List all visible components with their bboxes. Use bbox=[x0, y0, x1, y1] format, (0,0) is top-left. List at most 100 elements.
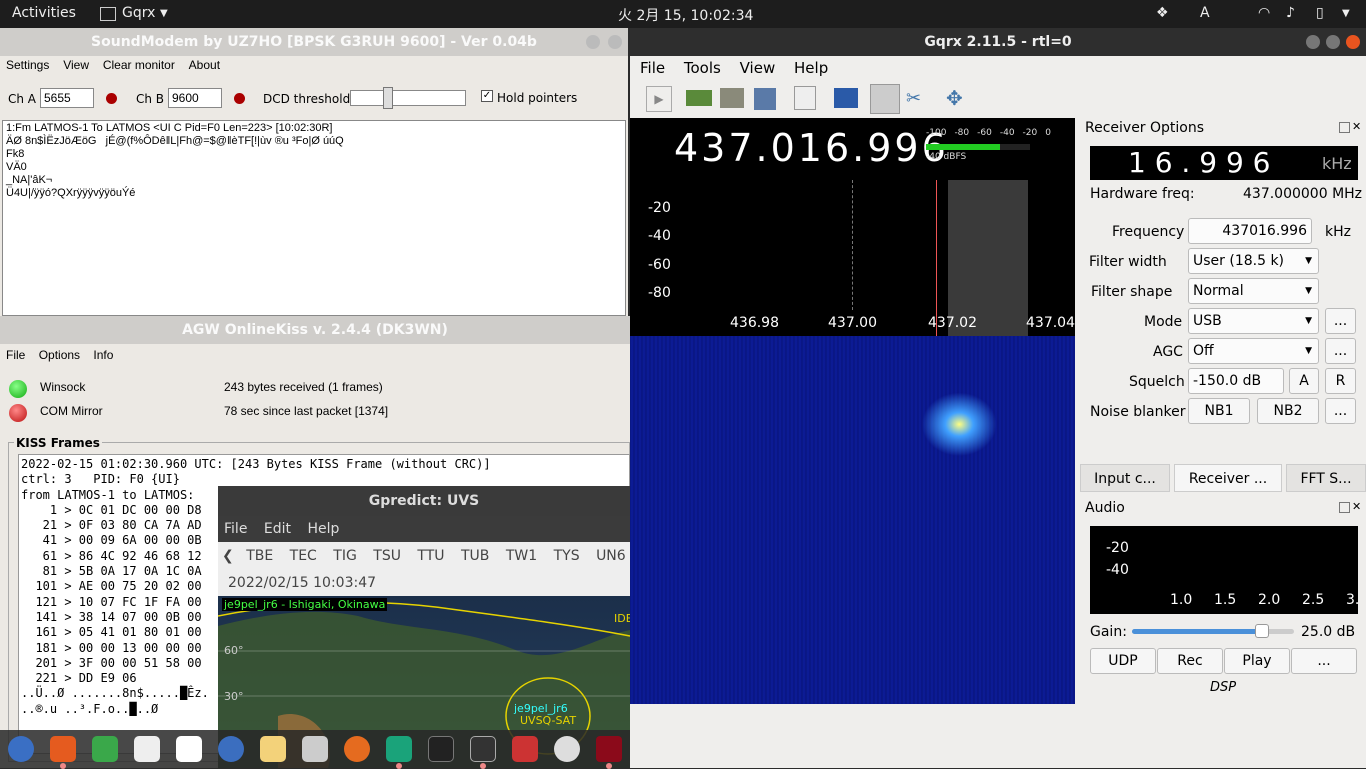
udp-button[interactable]: UDP bbox=[1090, 648, 1156, 674]
close-icon[interactable]: ✕ bbox=[1352, 120, 1361, 133]
menu-info[interactable]: Info bbox=[93, 348, 113, 362]
satellite-icon[interactable] bbox=[554, 736, 580, 762]
menu-file[interactable]: File bbox=[6, 348, 25, 362]
battery-icon[interactable]: ▯ bbox=[1316, 5, 1324, 21]
tab-tw1[interactable]: TW1 bbox=[506, 548, 537, 564]
save-icon[interactable] bbox=[754, 88, 776, 110]
monitor-text[interactable]: 1:Fm LATMOS-1 To LATMOS <UI C Pid=F0 Len… bbox=[2, 120, 626, 316]
gqrx-icon[interactable] bbox=[470, 736, 496, 762]
dcd-slider[interactable] bbox=[350, 87, 466, 109]
chb-input[interactable]: 9600 bbox=[168, 88, 222, 108]
filter-width-select[interactable]: User (18.5 k) ▼ bbox=[1188, 248, 1319, 274]
agc-select[interactable]: Off ▼ bbox=[1188, 338, 1319, 364]
volume-icon[interactable]: ♪ bbox=[1286, 5, 1295, 21]
open-folder-icon[interactable] bbox=[720, 88, 744, 108]
play-button[interactable]: Play bbox=[1224, 648, 1290, 674]
menu-clear-monitor[interactable]: Clear monitor bbox=[103, 58, 175, 72]
float-icon[interactable] bbox=[1339, 122, 1350, 133]
software-center-icon[interactable] bbox=[50, 736, 76, 762]
menu-file[interactable]: File bbox=[224, 521, 247, 537]
dropbox-icon[interactable]: ❖ bbox=[1156, 5, 1169, 21]
tab-input-controls[interactable]: Input c... bbox=[1080, 464, 1170, 492]
thunderbird-icon[interactable] bbox=[218, 736, 244, 762]
spreadsheet-icon[interactable] bbox=[92, 736, 118, 762]
squelch-reset-button[interactable]: R bbox=[1325, 368, 1356, 394]
float-icon[interactable] bbox=[1339, 502, 1350, 513]
nb2-button[interactable]: NB2 bbox=[1257, 398, 1319, 424]
offset-display[interactable]: 1 6 . 9 9 6 kHz bbox=[1090, 146, 1358, 180]
activities-button[interactable]: Activities bbox=[12, 5, 76, 21]
frequency-value[interactable]: 437.016.996 bbox=[674, 126, 949, 170]
nb1-button[interactable]: NB1 bbox=[1188, 398, 1250, 424]
gain-slider[interactable] bbox=[1132, 624, 1294, 638]
audio-options-button[interactable]: ... bbox=[1291, 648, 1357, 674]
tab-tsu[interactable]: TSU bbox=[373, 548, 401, 564]
terminal-icon[interactable] bbox=[428, 736, 454, 762]
dcd-slider-handle[interactable] bbox=[383, 87, 393, 109]
maximize-button[interactable] bbox=[1326, 35, 1340, 49]
menu-help[interactable]: Help bbox=[307, 521, 339, 537]
help-icon[interactable] bbox=[8, 736, 34, 762]
hold-pointers-checkbox[interactable]: ✓ bbox=[481, 90, 493, 102]
bookmark-icon[interactable] bbox=[794, 86, 816, 110]
document-icon[interactable] bbox=[134, 736, 160, 762]
app-menu[interactable]: Gqrx bbox=[122, 5, 155, 21]
frequency-spinbox[interactable]: 437016.996 bbox=[1188, 218, 1312, 244]
tab-tec[interactable]: TEC bbox=[290, 548, 317, 564]
notes-icon[interactable] bbox=[260, 736, 286, 762]
menu-view[interactable]: View bbox=[740, 59, 776, 77]
audio-fft-plot[interactable]: -20 -40 1.0 1.5 2.0 2.5 3. bbox=[1090, 526, 1359, 614]
tab-tig[interactable]: TIG bbox=[333, 548, 357, 564]
text-editor-icon[interactable] bbox=[176, 736, 202, 762]
menu-view[interactable]: View bbox=[63, 58, 89, 72]
tools-icon[interactable] bbox=[512, 736, 538, 762]
gpredict-icon[interactable] bbox=[386, 736, 412, 762]
files-icon[interactable] bbox=[302, 736, 328, 762]
menu-options[interactable]: Options bbox=[39, 348, 80, 362]
device-icon[interactable] bbox=[686, 90, 712, 106]
tab-tys[interactable]: TYS bbox=[554, 548, 580, 564]
tab-tub[interactable]: TUB bbox=[461, 548, 489, 564]
tools-icon[interactable]: ✂ bbox=[906, 88, 928, 110]
firefox-icon[interactable] bbox=[344, 736, 370, 762]
minimize-button[interactable] bbox=[1306, 35, 1320, 49]
menu-edit[interactable]: Edit bbox=[264, 521, 291, 537]
close-button[interactable] bbox=[608, 35, 622, 49]
menu-tools[interactable]: Tools bbox=[684, 59, 721, 77]
frequency-display[interactable]: 437.016.996 -100 -80 -60 -40 -20 0 -40 dBFS bbox=[630, 118, 1075, 180]
tab-fft-settings[interactable]: FFT S... bbox=[1286, 464, 1366, 492]
menu-help[interactable]: Help bbox=[794, 59, 828, 77]
tab-tbe[interactable]: TBE bbox=[246, 548, 273, 564]
squelch-auto-button[interactable]: A bbox=[1289, 368, 1319, 394]
gain-slider-handle[interactable] bbox=[1254, 624, 1269, 638]
language-indicator[interactable]: A bbox=[1200, 5, 1210, 21]
close-button[interactable] bbox=[1346, 35, 1360, 49]
waterfall[interactable] bbox=[630, 336, 1075, 704]
tab-ttu[interactable]: TTU bbox=[417, 548, 444, 564]
fft-settings-icon[interactable] bbox=[834, 88, 858, 108]
nb-options-button[interactable]: ... bbox=[1325, 398, 1356, 424]
menu-about[interactable]: About bbox=[189, 58, 220, 72]
rec-button[interactable]: Rec bbox=[1157, 648, 1223, 674]
menu-settings[interactable]: Settings bbox=[6, 58, 49, 72]
spectrum-plot[interactable]: -20 -40 -60 -80 436.98 437.00 437.02 437… bbox=[630, 180, 1075, 336]
mode-select[interactable]: USB ▼ bbox=[1188, 308, 1319, 334]
remote-control-icon[interactable] bbox=[870, 84, 900, 114]
tab-un6[interactable]: UN6 bbox=[596, 548, 626, 564]
tab-receiver-options[interactable]: Receiver ... bbox=[1174, 464, 1282, 492]
clock[interactable]: 火 2月 15, 10:02:34 bbox=[618, 5, 753, 25]
offset-value[interactable]: 1 6 . 9 9 6 bbox=[1128, 146, 1270, 179]
cha-input[interactable]: 5655 bbox=[40, 88, 94, 108]
minimize-button[interactable] bbox=[586, 35, 600, 49]
wine-icon[interactable] bbox=[596, 736, 622, 762]
close-icon[interactable]: ✕ bbox=[1352, 500, 1361, 513]
fullscreen-icon[interactable]: ✥ bbox=[946, 86, 970, 110]
squelch-spinbox[interactable]: -150.0 dB bbox=[1188, 368, 1284, 394]
wifi-icon[interactable]: ◠ bbox=[1258, 5, 1270, 21]
filter-shape-select[interactable]: Normal ▼ bbox=[1188, 278, 1319, 304]
mode-options-button[interactable]: ... bbox=[1325, 308, 1356, 334]
chevron-left-icon[interactable]: ❮ bbox=[222, 548, 234, 564]
agc-options-button[interactable]: ... bbox=[1325, 338, 1356, 364]
menu-file[interactable]: File bbox=[640, 59, 665, 77]
play-icon[interactable]: ▶ bbox=[646, 86, 672, 112]
